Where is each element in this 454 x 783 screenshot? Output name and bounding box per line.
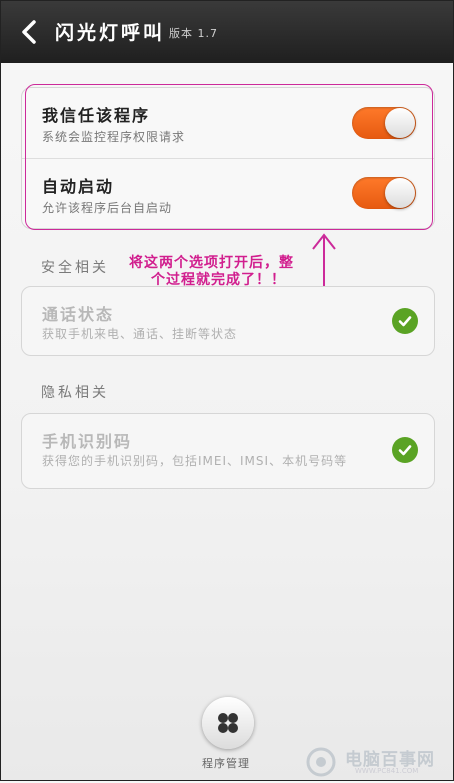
watermark-icon xyxy=(306,747,336,777)
trust-title: 我信任该程序 xyxy=(42,106,151,125)
autostart-toggle[interactable] xyxy=(352,177,416,209)
app-title: 闪光灯呼叫 xyxy=(55,22,166,44)
toggle-knob xyxy=(385,178,415,208)
back-button[interactable] xyxy=(15,17,45,47)
trust-row: 我信任该程序 系统会监控程序权限请求 xyxy=(22,88,434,158)
toggle-knob xyxy=(385,108,415,138)
version-label: 版本 1.7 xyxy=(169,27,218,40)
section-label-security: 安全相关 xyxy=(41,260,109,276)
app-manager-label: 程序管理 xyxy=(202,757,250,770)
watermark-url: WWW.PC841.COM xyxy=(355,767,419,775)
trust-subtitle: 系统会监控程序权限请求 xyxy=(42,130,186,144)
trust-settings-card: 我信任该程序 系统会监控程序权限请求 自动启动 允许该程序后台自启动 xyxy=(21,87,435,229)
permission-desc: 获得您的手机识别码，包括IMEI、IMSI、本机号码等 xyxy=(42,454,348,468)
annotation-text: 将这两个选项打开后，整 个过程就完成了！！ xyxy=(129,255,329,289)
permission-item-device-id[interactable]: 手机识别码 获得您的手机识别码，包括IMEI、IMSI、本机号码等 xyxy=(21,413,435,489)
annotation-line-1: 将这两个选项打开后，整 xyxy=(129,255,294,271)
autostart-title: 自动启动 xyxy=(42,177,115,196)
watermark-logo: 电脑百事网 WWW.PC841.COM xyxy=(301,745,453,779)
chevron-left-icon xyxy=(22,20,36,44)
permission-desc: 获取手机来电、通话、挂断等状态 xyxy=(42,327,238,341)
autostart-subtitle: 允许该程序后台自启动 xyxy=(42,201,173,215)
checkmark-icon xyxy=(392,308,418,334)
app-manager-button[interactable] xyxy=(202,697,254,749)
grid-dots-icon xyxy=(218,713,238,733)
top-bar: 闪光灯呼叫 版本 1.7 xyxy=(1,1,453,63)
permission-title: 通话状态 xyxy=(42,305,115,324)
permission-title: 手机识别码 xyxy=(42,432,133,451)
trust-toggle[interactable] xyxy=(352,107,416,139)
autostart-row: 自动启动 允许该程序后台自启动 xyxy=(22,158,434,229)
permission-item-call-status[interactable]: 通话状态 获取手机来电、通话、挂断等状态 xyxy=(21,286,435,356)
section-label-privacy: 隐私相关 xyxy=(41,385,109,401)
checkmark-icon xyxy=(392,437,418,463)
